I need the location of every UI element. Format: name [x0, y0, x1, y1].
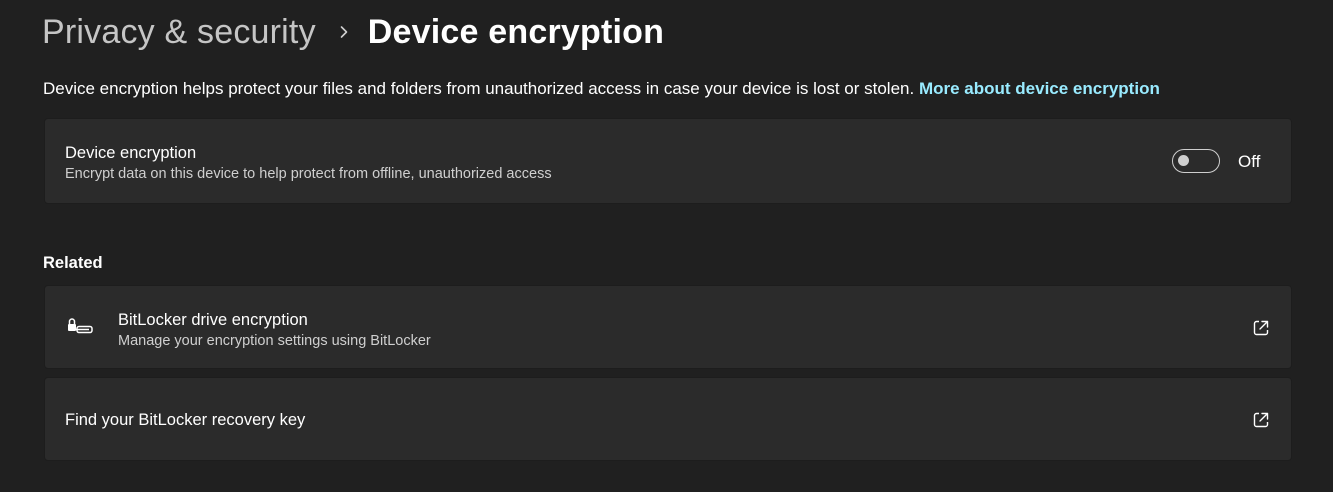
device-encryption-toggle[interactable]	[1172, 149, 1220, 173]
bitlocker-drive-encryption-card[interactable]: BitLocker drive encryption Manage your e…	[44, 285, 1292, 369]
toggle-state-label: Off	[1238, 152, 1261, 171]
device-encryption-card: Device encryption Encrypt data on this d…	[44, 118, 1292, 204]
bitlocker-drive-encryption-subtitle: Manage your encryption settings using Bi…	[118, 333, 431, 349]
related-heading: Related	[43, 254, 103, 272]
open-external-icon[interactable]	[1252, 411, 1270, 429]
bitlocker-drive-encryption-title: BitLocker drive encryption	[118, 311, 308, 329]
breadcrumb: Privacy & security Device encryption	[42, 10, 664, 54]
chevron-right-icon	[324, 10, 364, 54]
find-bitlocker-recovery-key-title: Find your BitLocker recovery key	[65, 411, 306, 429]
bitlocker-key-icon	[66, 316, 94, 336]
device-encryption-subtitle: Encrypt data on this device to help prot…	[65, 166, 552, 182]
more-about-device-encryption-link[interactable]: More about device encryption	[919, 79, 1160, 98]
description-text: Device encryption helps protect your fil…	[43, 79, 915, 98]
settings-page: Privacy & security Device encryption Dev…	[0, 0, 1333, 492]
page-title: Device encryption	[367, 12, 665, 51]
find-bitlocker-recovery-key-card[interactable]: Find your BitLocker recovery key	[44, 377, 1292, 461]
breadcrumb-parent-privacy-security[interactable]: Privacy & security	[42, 13, 316, 52]
open-external-icon[interactable]	[1252, 319, 1270, 337]
toggle-knob	[1178, 155, 1189, 166]
page-description: Device encryption helps protect your fil…	[43, 79, 1160, 99]
device-encryption-title: Device encryption	[65, 144, 197, 162]
